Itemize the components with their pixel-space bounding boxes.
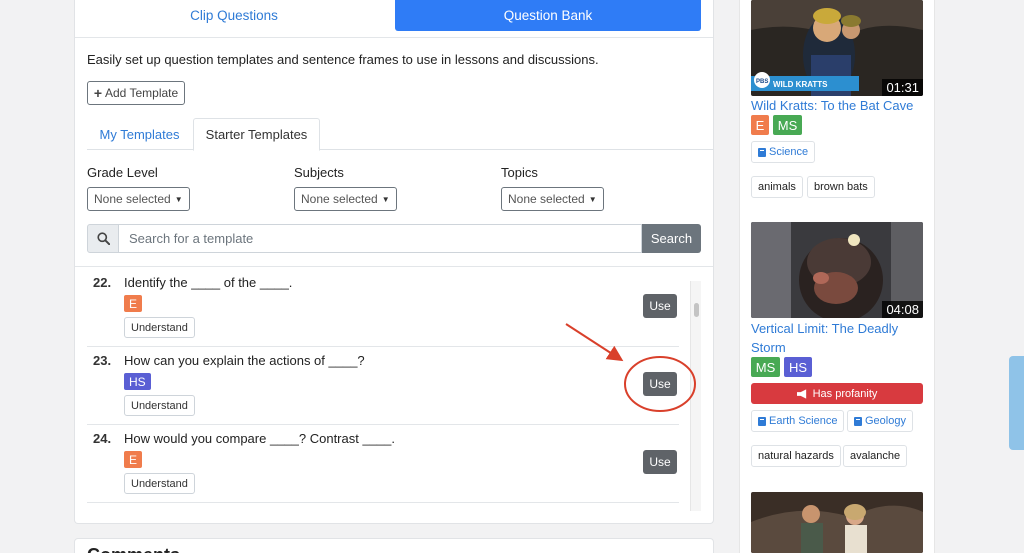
subject-tag-earth-science[interactable]: Earth Science [751, 410, 845, 432]
movie-scene-image [751, 492, 923, 553]
video-duration: 01:31 [882, 79, 923, 96]
comments-title: Comments [87, 545, 180, 553]
top-tabs: Clip Questions Question Bank [75, 0, 713, 38]
tab-starter-templates[interactable]: Starter Templates [193, 118, 320, 151]
tab-question-bank[interactable]: Question Bank [395, 0, 701, 31]
topics-dropdown[interactable]: None selected ▼ [501, 187, 604, 211]
use-button[interactable]: Use [643, 294, 677, 318]
add-template-label: Add Template [105, 86, 179, 100]
item-question: Identify the ____ of the ____. [124, 275, 293, 290]
related-videos-sidebar: WILD KRATTS PBS 01:31 Wild Kratts: To th… [739, 0, 935, 553]
grade-badge-ms: MS [751, 357, 780, 377]
profanity-warning: Has profanity [751, 383, 923, 404]
add-template-button[interactable]: + Add Template [87, 81, 185, 105]
tab-my-templates[interactable]: My Templates [87, 118, 192, 150]
list-item: 23. How can you explain the actions of _… [87, 347, 679, 425]
keyword-tag[interactable]: natural hazards [751, 445, 841, 467]
list-item: 22. Identify the ____ of the ____. E Und… [87, 269, 679, 347]
caret-down-icon: ▼ [174, 194, 183, 204]
keyword-tag[interactable]: animals [751, 176, 803, 198]
question-bank-panel: Clip Questions Question Bank Easily set … [74, 0, 714, 524]
blooms-tag: Understand [124, 395, 195, 416]
subjects-label: Subjects [294, 165, 344, 180]
comments-panel: Comments [74, 538, 714, 553]
megaphone-icon [796, 388, 806, 399]
caret-down-icon: ▼ [381, 194, 390, 204]
item-number: 23. [93, 353, 112, 368]
video-thumbnail[interactable]: WILD KRATTS PBS 01:31 [751, 0, 923, 96]
item-number: 22. [93, 275, 112, 290]
grade-level-dropdown[interactable]: None selected ▼ [87, 187, 190, 211]
tab-clip-questions[interactable]: Clip Questions [75, 0, 393, 31]
topics-value: None selected [508, 192, 585, 206]
subject-label: Geology [865, 415, 906, 427]
grade-badge-e: E [751, 115, 769, 135]
subjects-value: None selected [301, 192, 378, 206]
video-title-link[interactable]: Wild Kratts: To the Bat Cave [751, 96, 926, 115]
svg-text:PBS: PBS [756, 79, 768, 85]
template-search: Search [87, 224, 701, 253]
search-input[interactable] [118, 224, 642, 253]
search-icon [87, 224, 119, 253]
blooms-tag: Understand [124, 317, 195, 338]
profanity-label: Has profanity [812, 387, 878, 400]
grade-badge: HS [124, 373, 151, 390]
template-tabs: My Templates Starter Templates [87, 118, 713, 151]
keyword-tag[interactable]: brown bats [807, 176, 875, 198]
subject-tag-science[interactable]: Science [751, 141, 816, 163]
book-icon [758, 416, 766, 426]
feedback-side-tab[interactable] [1009, 356, 1024, 450]
search-button[interactable]: Search [642, 224, 701, 253]
template-list: 22. Identify the ____ of the ____. E Und… [87, 269, 701, 511]
video-thumbnail[interactable]: 04:08 [751, 222, 923, 318]
scrollbar-thumb[interactable] [694, 303, 699, 317]
use-button[interactable]: Use [643, 450, 677, 474]
book-icon [854, 416, 862, 426]
keyword-tag[interactable]: avalanche [843, 445, 908, 467]
svg-text:WILD KRATTS: WILD KRATTS [773, 80, 828, 89]
list-scrollbar[interactable] [690, 281, 701, 511]
grade-badge: E [124, 451, 143, 468]
topics-label: Topics [501, 165, 538, 180]
subjects-dropdown[interactable]: None selected ▼ [294, 187, 397, 211]
video-duration: 04:08 [882, 301, 923, 318]
subject-tag-geology[interactable]: Geology [847, 410, 913, 432]
item-question: How would you compare ____? Contrast ___… [124, 431, 395, 446]
video-title-link[interactable]: Vertical Limit: The Deadly Storm [751, 319, 926, 357]
intro-text: Easily set up question templates and sen… [87, 52, 599, 67]
grade-badge: E [124, 295, 143, 312]
grade-level-value: None selected [94, 192, 171, 206]
divider [75, 266, 713, 267]
item-number: 24. [93, 431, 112, 446]
subject-label: Earth Science [769, 415, 838, 427]
blooms-tag: Understand [124, 473, 195, 494]
grade-level-label: Grade Level [87, 165, 158, 180]
video-thumbnail[interactable] [751, 492, 923, 553]
subject-label: Science [769, 146, 809, 158]
plus-icon: + [93, 85, 102, 101]
use-button[interactable]: Use [643, 372, 677, 396]
item-question: How can you explain the actions of ____? [124, 353, 365, 368]
book-icon [758, 147, 766, 157]
list-item: 24. How would you compare ____? Contrast… [87, 425, 679, 503]
grade-badge-ms: MS [773, 115, 802, 135]
caret-down-icon: ▼ [588, 194, 597, 204]
grade-badge-hs: HS [784, 357, 812, 377]
